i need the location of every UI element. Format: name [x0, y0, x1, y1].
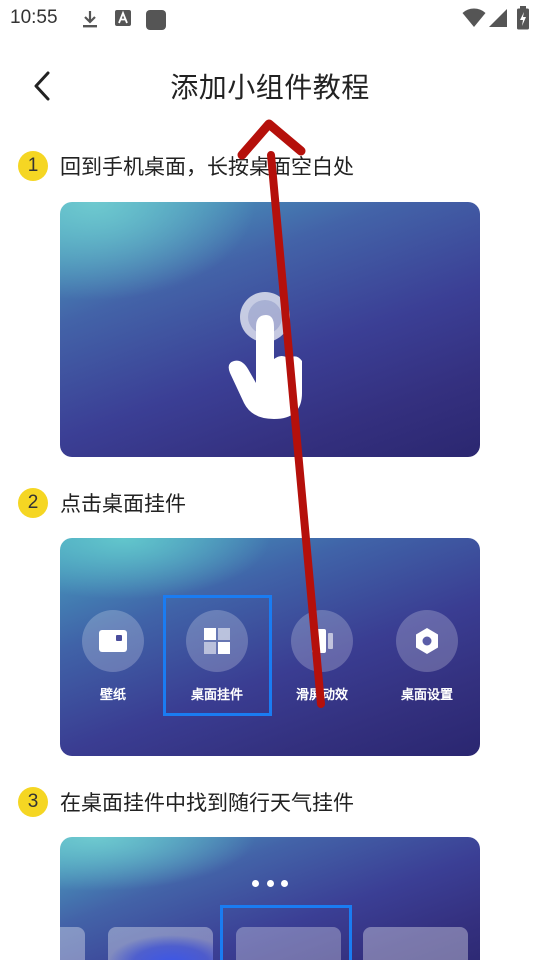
page-dots [252, 880, 288, 887]
page-dot [252, 880, 259, 887]
widget-card[interactable] [60, 927, 85, 960]
square-icon [146, 10, 166, 30]
step-2-text: 点击桌面挂件 [60, 492, 186, 516]
menu-item-wallpaper[interactable]: 壁纸 [81, 610, 145, 703]
a-box-icon [115, 10, 131, 26]
step-1-badge: 1 [18, 151, 48, 181]
step-2-header: 2 点击桌面挂件 [18, 486, 186, 520]
step-3-badge: 3 [18, 787, 48, 817]
weather-widget-highlight-box [220, 905, 352, 960]
hand-pointer-icon [228, 315, 302, 419]
widget-card[interactable] [108, 927, 213, 960]
step-3-header: 3 在桌面挂件中找到随行天气挂件 [18, 785, 354, 819]
page-dot [281, 880, 288, 887]
settings-hexagon-icon [416, 628, 438, 654]
wifi-icon [462, 8, 486, 27]
menu-label-swipe-effect: 滑屏动效 [295, 688, 348, 703]
menu-label-wallpaper: 壁纸 [99, 688, 126, 703]
step-2-badge: 2 [18, 488, 48, 518]
widget-card[interactable] [363, 927, 468, 960]
step-3-text: 在桌面挂件中找到随行天气挂件 [60, 791, 354, 815]
page-dot [266, 880, 274, 887]
step-3-illustration [60, 837, 480, 960]
page-title: 添加小组件教程 [170, 71, 370, 104]
download-icon [83, 11, 97, 28]
status-bar: 10:55 [0, 0, 540, 36]
widget-highlight-box [163, 595, 272, 716]
step-1-illustration [60, 202, 480, 457]
swipe-effect-icon [312, 629, 333, 653]
menu-item-desktop-settings[interactable]: 桌面设置 [395, 610, 459, 703]
step-2-illustration: 壁纸 桌面挂件 滑屏动效 桌面设置 [60, 538, 480, 756]
signal-icon [489, 9, 507, 27]
menu-label-desktop-settings: 桌面设置 [400, 688, 453, 703]
battery-icon [517, 6, 529, 30]
status-time: 10:55 [10, 7, 58, 28]
step-1-header: 1 回到手机桌面，长按桌面空白处 [18, 149, 354, 183]
menu-item-swipe-effect[interactable]: 滑屏动效 [290, 610, 354, 703]
step-1-text: 回到手机桌面，长按桌面空白处 [60, 155, 354, 179]
wallpaper-icon [99, 630, 127, 652]
